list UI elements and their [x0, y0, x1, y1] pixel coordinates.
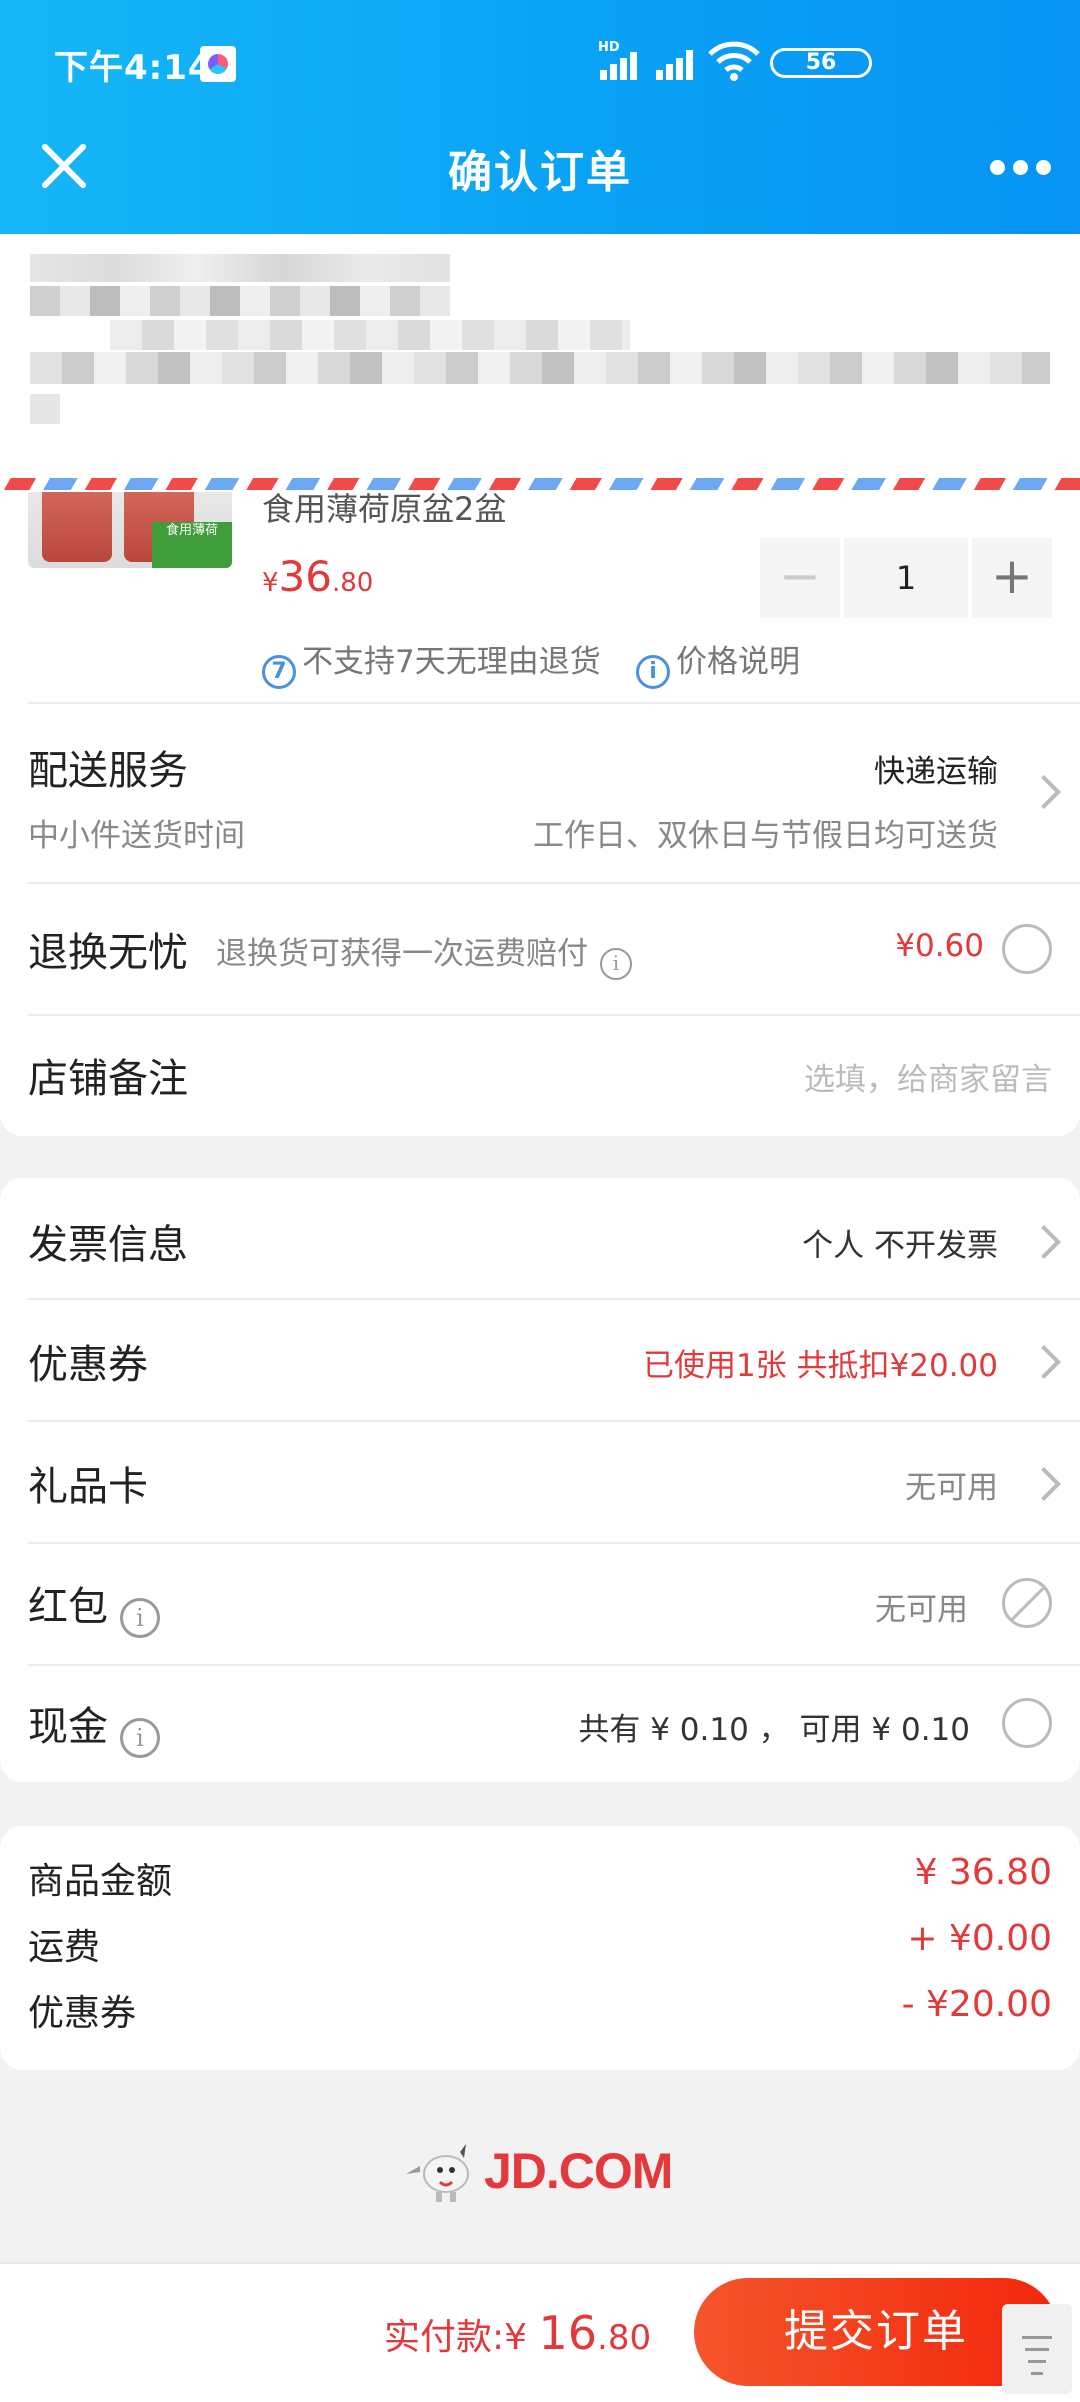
- coupon-summary-label: 优惠券: [28, 1993, 137, 2034]
- jd-logo: JD.COM: [400, 2136, 690, 2206]
- red-packet-label: 红包 i: [28, 1574, 160, 1638]
- product-image-tag: 食用薄荷: [152, 522, 232, 568]
- chevron-right-icon: [1027, 775, 1061, 809]
- bottom-bar: 实付款:¥ 16.80 提交订单: [0, 2262, 1080, 2402]
- freight-label: 运费: [28, 1927, 101, 1968]
- product-title[interactable]: 食用薄荷原盆2盆: [262, 484, 506, 530]
- jd-dog-icon: [406, 2144, 469, 2202]
- product-price: ¥36.80: [262, 552, 374, 601]
- cash-label: 现金 i: [28, 1694, 160, 1758]
- shop-note-input[interactable]: 选填，给商家留言: [804, 1054, 1052, 1099]
- total-payable: 实付款:¥ 16.80: [384, 2306, 652, 2360]
- chevron-right-icon: [1027, 1345, 1061, 1379]
- quantity-stepper: − 1 +: [760, 538, 1052, 618]
- return-insurance-price: ¥0.60: [895, 928, 984, 964]
- address-border-decoration: [0, 478, 1080, 490]
- invoice-value: 个人 不开发票: [802, 1228, 998, 1264]
- product-image[interactable]: 食用薄荷: [28, 492, 232, 568]
- radio-icon[interactable]: [1002, 924, 1052, 974]
- page-title: 确认订单: [448, 147, 632, 198]
- goods-amount-value: ¥ 36.80: [914, 1852, 1052, 1893]
- more-icon[interactable]: [990, 156, 1052, 176]
- return-insurance-label: 退换无忧: [28, 930, 188, 976]
- no-return-icon: 7: [262, 655, 296, 689]
- radio-icon[interactable]: [1002, 1698, 1052, 1748]
- freight-value: + ¥0.00: [907, 1918, 1052, 1959]
- return-insurance-desc: 退换货可获得一次运费赔付 i: [216, 928, 632, 980]
- price-note-link[interactable]: i 价格说明: [636, 636, 800, 689]
- gift-card-value: 无可用: [905, 1470, 998, 1506]
- red-packet-row[interactable]: 红包 i 无可用: [0, 1544, 1080, 1664]
- red-packet-value: 无可用: [875, 1592, 968, 1628]
- info-icon[interactable]: i: [120, 1598, 160, 1638]
- info-icon[interactable]: i: [600, 948, 632, 980]
- delivery-label: 配送服务: [28, 748, 188, 794]
- coupon-label: 优惠券: [28, 1342, 148, 1388]
- chevron-right-icon: [1027, 1225, 1061, 1259]
- coupon-value: 已使用1张 共抵扣¥20.00: [642, 1348, 998, 1384]
- app-notification-icon: [200, 46, 236, 82]
- wifi-icon: [708, 41, 760, 81]
- status-time: 下午4:14: [54, 48, 213, 88]
- header: 下午4:14 HD 56 确认订单: [0, 0, 1080, 234]
- address-section[interactable]: [0, 234, 1080, 490]
- minus-icon[interactable]: −: [760, 538, 840, 618]
- battery-indicator: 56: [770, 48, 872, 78]
- coupon-summary-value: - ¥20.00: [901, 1984, 1052, 2025]
- chevron-right-icon: [1027, 1467, 1061, 1501]
- plus-icon[interactable]: +: [972, 538, 1052, 618]
- shop-note-label: 店铺备注: [28, 1056, 188, 1102]
- hd-signal-icon: HD: [596, 40, 656, 80]
- delivery-sub-label: 中小件送货时间: [28, 818, 245, 854]
- no-return-notice: 7 不支持7天无理由退货: [262, 636, 601, 689]
- invoice-row[interactable]: 发票信息 个人 不开发票: [0, 1178, 1080, 1298]
- gift-card-label: 礼品卡: [28, 1464, 148, 1510]
- delivery-method: 快递运输: [874, 754, 998, 790]
- delivery-row[interactable]: 配送服务 快递运输 中小件送货时间 工作日、双休日与节假日均可送货: [0, 704, 1080, 882]
- coupon-row[interactable]: 优惠券 已使用1张 共抵扣¥20.00: [0, 1300, 1080, 1420]
- info-icon[interactable]: i: [120, 1718, 160, 1758]
- return-insurance-row[interactable]: 退换无忧 退换货可获得一次运费赔付 i ¥0.60: [0, 884, 1080, 1014]
- nav-bar: 确认订单: [0, 130, 1080, 234]
- quantity-value[interactable]: 1: [844, 538, 968, 618]
- scroll-handle-icon[interactable]: [1002, 2304, 1072, 2394]
- info-icon: i: [636, 655, 670, 689]
- status-bar: 下午4:14 HD 56: [0, 0, 1080, 130]
- disabled-icon: [1002, 1578, 1052, 1628]
- cash-value: 共有 ¥ 0.10 ， 可用 ¥ 0.10: [578, 1712, 970, 1748]
- signal-icon: [654, 44, 714, 80]
- cash-row[interactable]: 现金 i 共有 ¥ 0.10 ， 可用 ¥ 0.10: [0, 1666, 1080, 1782]
- shop-note-row[interactable]: 店铺备注 选填，给商家留言: [0, 1016, 1080, 1136]
- goods-amount-label: 商品金额: [28, 1861, 173, 1902]
- gift-card-row[interactable]: 礼品卡 无可用: [0, 1422, 1080, 1542]
- invoice-label: 发票信息: [28, 1222, 188, 1268]
- delivery-sub-value: 工作日、双休日与节假日均可送货: [533, 818, 998, 854]
